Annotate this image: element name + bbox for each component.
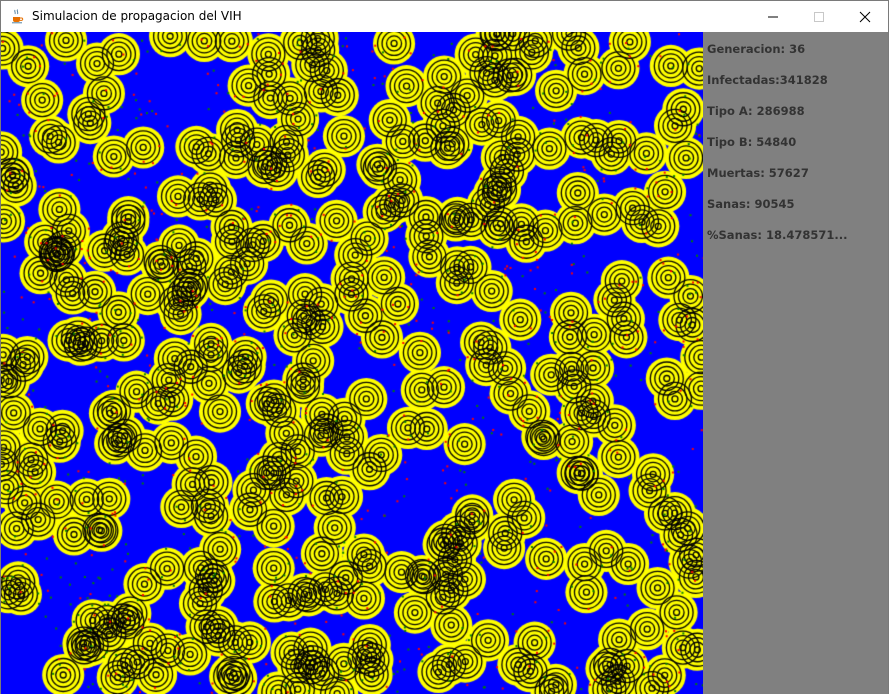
type-a-count-label: Tipo A: 286988 xyxy=(707,104,805,118)
minimize-icon xyxy=(768,16,778,17)
content-area: Generacion: 36 Infectadas:341828 Tipo A:… xyxy=(1,32,888,694)
app-window: Simulacion de propagacion del VIH Genera… xyxy=(0,0,889,694)
maximize-button[interactable] xyxy=(796,1,842,32)
close-button[interactable] xyxy=(842,1,888,32)
healthy-percent-label: %Sanas: 18.478571... xyxy=(707,228,848,242)
simulation-grid[interactable] xyxy=(1,32,703,694)
maximize-icon xyxy=(814,11,824,22)
java-cup-icon xyxy=(12,9,24,24)
minimize-button[interactable] xyxy=(750,1,796,32)
title-bar[interactable]: Simulacion de propagacion del VIH xyxy=(1,1,888,32)
window-title: Simulacion de propagacion del VIH xyxy=(32,9,242,23)
infected-count-label: Infectadas:341828 xyxy=(707,73,828,87)
type-b-count-label: Tipo B: 54840 xyxy=(707,135,797,149)
generation-label: Generacion: 36 xyxy=(707,42,806,56)
close-icon xyxy=(859,11,871,22)
healthy-count-label: Sanas: 90545 xyxy=(707,197,795,211)
dead-count-label: Muertas: 57627 xyxy=(707,166,809,180)
